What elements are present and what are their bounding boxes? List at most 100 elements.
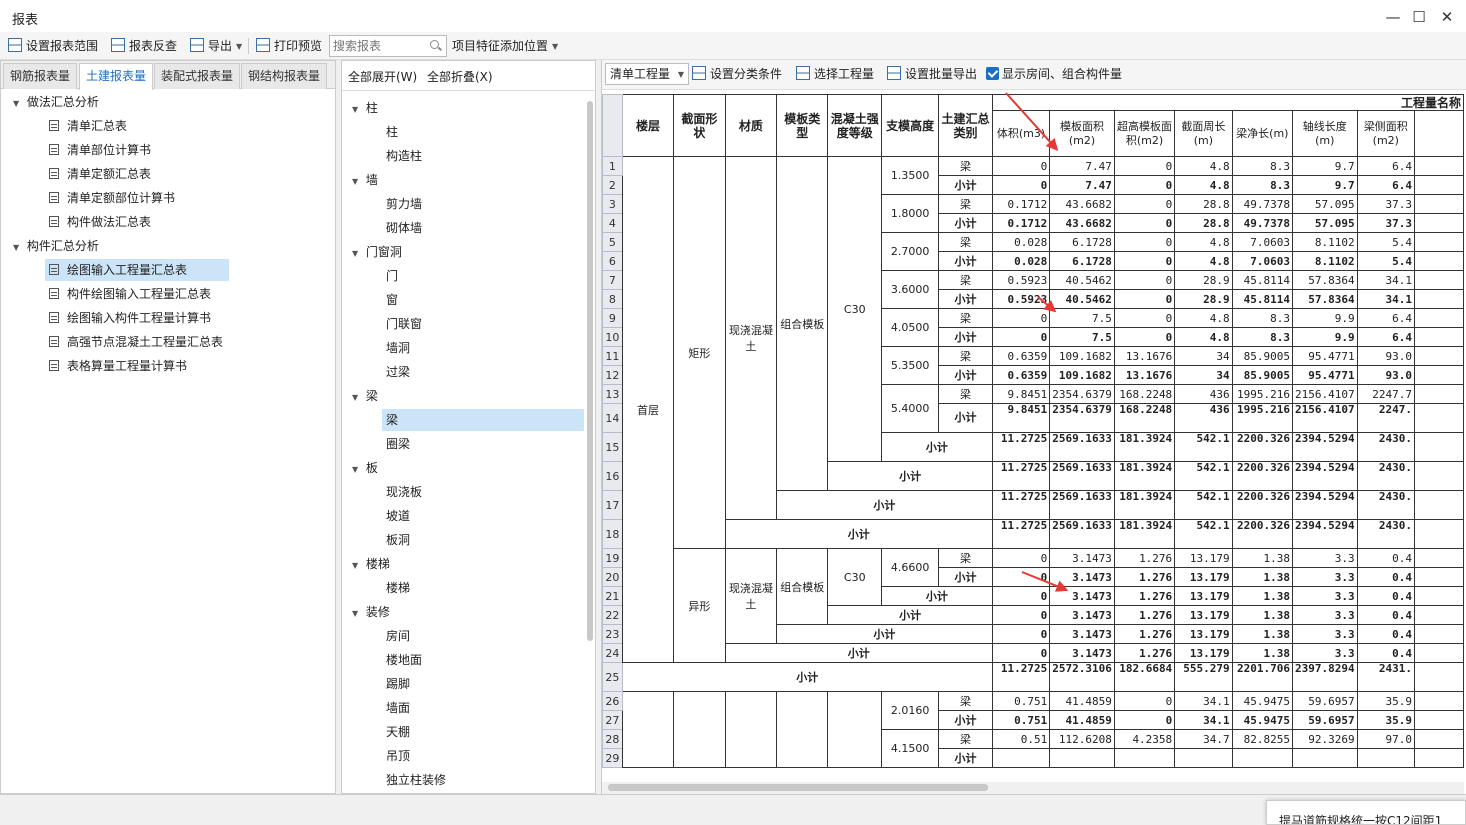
search-icon[interactable]	[430, 40, 439, 49]
expand-all-button[interactable]: 全部展开(W)	[348, 68, 417, 85]
value-cell: 85.9005	[1231, 346, 1293, 366]
chevron-down-icon[interactable]: ▼	[352, 387, 362, 409]
collapse-all-button[interactable]: 全部折叠(X)	[427, 68, 493, 85]
classify-condition-button[interactable]: 设置分类条件	[692, 64, 782, 84]
shape-cell: 矩形	[673, 156, 726, 549]
value-cell	[1356, 748, 1416, 768]
set-report-range-button[interactable]: 设置报表范围	[8, 36, 98, 56]
tree-group[interactable]: ▼ 门窗洞	[352, 241, 402, 263]
row-number: 9	[602, 308, 623, 328]
formwork-cell	[776, 691, 829, 768]
tree-item[interactable]: 构件绘图输入工程量汇总表	[45, 283, 229, 305]
value-cell: 2569.1633	[1049, 519, 1115, 549]
value-cell: 3.1473	[1049, 548, 1115, 568]
chevron-down-icon[interactable]: ▼	[352, 603, 362, 625]
tree-item[interactable]: 踢脚	[382, 673, 584, 695]
tree-item[interactable]: 独立柱装修	[382, 769, 584, 791]
horizontal-scrollbar[interactable]	[602, 782, 1464, 794]
maximize-button[interactable]: ☐	[1408, 6, 1430, 28]
tab-prefab-report[interactable]: 装配式报表量	[154, 63, 241, 89]
chevron-down-icon[interactable]: ▼	[352, 99, 362, 121]
tree-item[interactable]: 门联窗	[382, 313, 584, 335]
shape-cell	[673, 691, 726, 768]
row-number: 26	[602, 691, 623, 711]
tree-item-label: 清单汇总表	[67, 119, 128, 133]
tree-item[interactable]: 过梁	[382, 361, 584, 383]
value-cell: 1.38	[1231, 548, 1293, 568]
feature-position-dropdown[interactable]: 项目特征添加位置 ▼	[452, 36, 558, 56]
tree-item[interactable]: 表格算量工程量计算书	[45, 355, 229, 377]
tree-item[interactable]: 墙洞	[382, 337, 584, 359]
batch-export-button[interactable]: 设置批量导出	[887, 64, 977, 84]
tree-group-label: 墙	[365, 173, 378, 187]
report-grid[interactable]: 楼层 截面形状 材质 模板类型 混凝土强度等级 支模高度 土建汇总类别 工程量名称 体积(m3)…	[602, 94, 1464, 782]
row-number: 6	[602, 251, 623, 271]
value-cell: 0	[991, 605, 1051, 625]
value-cell	[1414, 748, 1464, 768]
tree-item-label: 墙面	[386, 701, 411, 715]
tree-group[interactable]: ▼ 楼梯	[352, 553, 390, 575]
tree-group[interactable]: ▼ 构件汇总分析	[13, 235, 99, 257]
value-cell: 3.3	[1291, 567, 1358, 587]
tab-civil-report[interactable]: 土建报表量	[79, 63, 154, 90]
tree-item[interactable]: 剪力墙	[382, 193, 584, 215]
chevron-down-icon[interactable]: ▼	[352, 459, 362, 481]
tree-item[interactable]: 清单定额汇总表	[45, 163, 229, 185]
show-rooms-checkbox[interactable]: 显示房间、组合构件量	[986, 64, 1122, 84]
minimize-button[interactable]: —	[1382, 6, 1404, 28]
tree-item[interactable]: 绘图输入工程量汇总表	[45, 259, 229, 281]
tree-item[interactable]: 吊顶	[382, 745, 584, 767]
tree-group[interactable]: ▼ 做法汇总分析	[13, 91, 99, 113]
value-cell: 1.276	[1113, 586, 1176, 606]
category-cell: 梁	[938, 270, 993, 290]
tree-item[interactable]: 构件做法汇总表	[45, 211, 229, 233]
tree-group[interactable]: ▼ 柱	[352, 97, 378, 119]
tree-group-label: 板	[365, 461, 378, 475]
scrollbar-thumb[interactable]	[608, 784, 988, 791]
tree-item[interactable]: 墙面	[382, 697, 584, 719]
tree-item[interactable]: 板洞	[382, 529, 584, 551]
tree-group[interactable]: ▼ 装修	[352, 601, 390, 623]
subtotal-cell: 小计	[881, 432, 993, 462]
chevron-down-icon[interactable]: ▼	[352, 555, 362, 577]
tree-item[interactable]: 门	[382, 265, 584, 287]
tree-item[interactable]: 天棚	[382, 721, 584, 743]
close-button[interactable]: ✕	[1436, 6, 1458, 28]
tree-item[interactable]: 高强节点混凝土工程量汇总表	[45, 331, 229, 353]
tree-item[interactable]: 窗	[382, 289, 584, 311]
tab-steel-report[interactable]: 钢结构报表量	[241, 63, 328, 89]
tree-item[interactable]: 清单定额部位计算书	[45, 187, 229, 209]
select-quantity-button[interactable]: 选择工程量	[796, 64, 874, 84]
tree-group[interactable]: ▼ 梁	[352, 385, 378, 407]
tree-item[interactable]: 柱	[382, 121, 584, 143]
tree-group[interactable]: ▼ 板	[352, 457, 378, 479]
tree-item[interactable]: 砌体墙	[382, 217, 584, 239]
value-cell: 8.3	[1231, 175, 1293, 195]
chevron-down-icon[interactable]: ▼	[352, 243, 362, 265]
chevron-down-icon[interactable]: ▼	[13, 93, 23, 115]
export-button[interactable]: 导出 ▼	[190, 36, 242, 56]
tree-item[interactable]: 现浇板	[382, 481, 584, 503]
value-cell	[1414, 384, 1464, 404]
report-reverse-button[interactable]: 报表反查	[111, 36, 177, 56]
quantity-type-select[interactable]: 清单工程量 ▼	[605, 63, 689, 85]
tree-item[interactable]: 清单汇总表	[45, 115, 229, 137]
tree-item[interactable]: 绘图输入构件工程量计算书	[45, 307, 229, 329]
value-cell: 1.38	[1231, 605, 1293, 625]
tree-item[interactable]: 构造柱	[382, 145, 584, 167]
subtotal-cell: 小计	[776, 624, 993, 644]
print-preview-button[interactable]: 打印预览	[256, 36, 322, 56]
tree-item[interactable]: 楼地面	[382, 649, 584, 671]
vertical-scrollbar[interactable]	[587, 101, 593, 641]
tree-item[interactable]: 楼梯	[382, 577, 584, 599]
value-cell	[1414, 194, 1464, 214]
tab-rebar-report[interactable]: 钢筋报表量	[3, 63, 78, 89]
tree-item[interactable]: 坡道	[382, 505, 584, 527]
chevron-down-icon[interactable]: ▼	[352, 171, 362, 193]
tree-item[interactable]: 房间	[382, 625, 584, 647]
tree-item[interactable]: 清单部位计算书	[45, 139, 229, 161]
tree-item[interactable]: 圈梁	[382, 433, 584, 455]
tree-group[interactable]: ▼ 墙	[352, 169, 378, 191]
chevron-down-icon[interactable]: ▼	[13, 237, 23, 259]
tree-item[interactable]: 梁	[382, 409, 584, 431]
